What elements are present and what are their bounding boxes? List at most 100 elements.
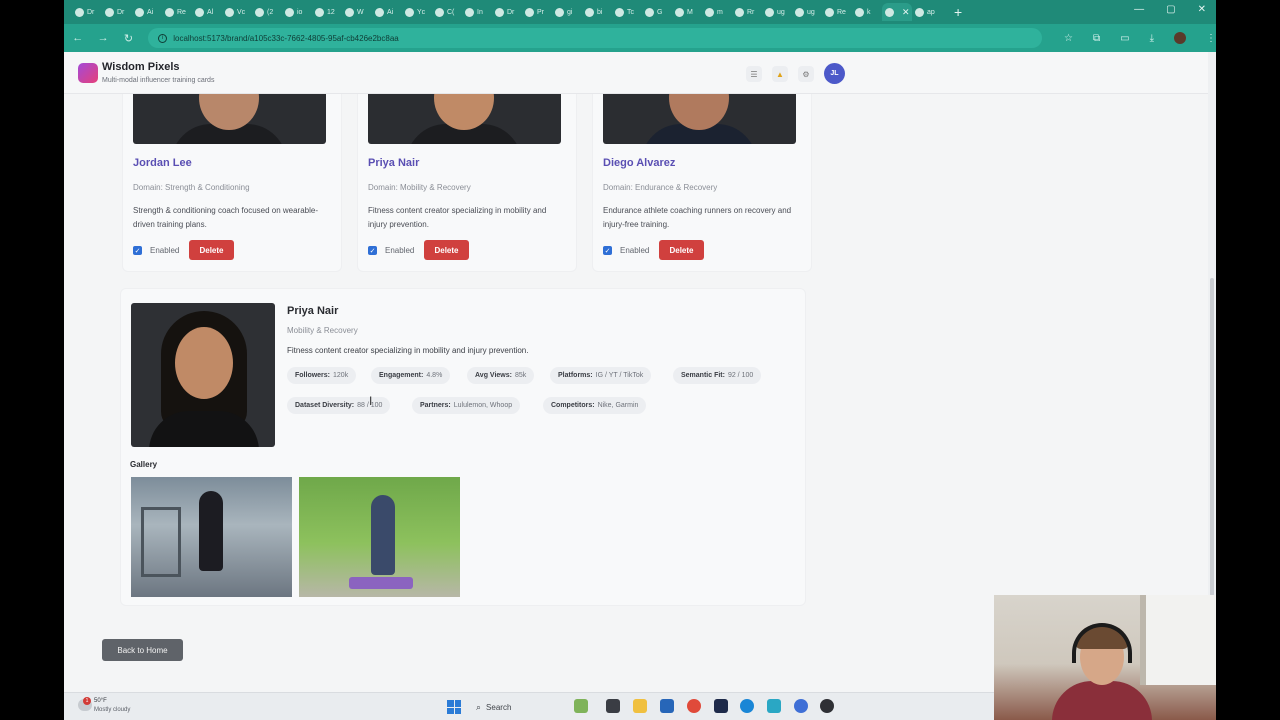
taskbar-app-icon[interactable] [714, 699, 728, 713]
browser-tab[interactable]: W [342, 3, 372, 21]
bookmark-star-icon[interactable]: ☆ [1064, 33, 1073, 44]
address-bar[interactable]: i localhost:5173/brand/a105c33c-7662-480… [148, 28, 1043, 48]
scroll-thumb[interactable] [1210, 278, 1214, 596]
back-to-home-button[interactable]: Back to Home [102, 639, 183, 661]
extensions-icon[interactable]: ⧉ [1093, 33, 1100, 44]
maximize-icon[interactable]: ▢ [1166, 4, 1175, 15]
browser-tab[interactable]: 12 [312, 3, 342, 21]
close-window-icon[interactable]: ✕ [1198, 4, 1206, 15]
letterbox-left [0, 0, 64, 720]
downloads-icon[interactable]: ⤓ [1150, 33, 1154, 44]
stat-pill-platforms: Platforms: IG / YT / TikTok [550, 367, 652, 384]
browser-tab[interactable]: C( [432, 3, 462, 21]
browser-tab[interactable]: Yc [402, 3, 432, 21]
gallery-image-gym[interactable] [131, 477, 292, 597]
tab-favicon-icon [735, 7, 744, 17]
split-view-icon[interactable]: ▭ [1120, 33, 1129, 44]
browser-tab[interactable]: m [702, 3, 732, 21]
start-menu-icon[interactable] [447, 700, 461, 714]
taskbar-app-icon[interactable] [633, 699, 647, 713]
browser-tab[interactable]: ug [792, 3, 822, 21]
gallery-heading: Gallery [130, 460, 158, 469]
forward-arrow-icon[interactable]: → [97, 32, 109, 44]
browser-tab[interactable]: Rr [732, 3, 762, 21]
delete-button[interactable]: Delete [424, 240, 469, 260]
tab-close-icon[interactable]: ✕ [902, 7, 910, 18]
browser-tab[interactable]: Pr [522, 3, 552, 21]
browser-tab[interactable]: G [642, 3, 672, 21]
browser-tab[interactable]: Re [162, 3, 192, 21]
back-arrow-icon[interactable]: ← [72, 32, 83, 44]
browser-tab[interactable]: k [852, 3, 882, 21]
tab-favicon-icon [885, 7, 894, 17]
browser-tab[interactable]: bi [582, 3, 612, 21]
detail-name: Priya Nair [287, 305, 339, 317]
gallery-image-park[interactable] [299, 477, 460, 597]
browser-tab[interactable]: M [672, 3, 702, 21]
tab-favicon-icon [825, 7, 834, 17]
tab-favicon-icon [225, 7, 234, 17]
delete-button[interactable]: Delete [189, 240, 234, 260]
browser-tab[interactable]: io [282, 3, 312, 21]
browser-tab[interactable]: Ai [372, 3, 402, 21]
enabled-checkbox[interactable]: ✓ [603, 246, 612, 255]
taskbar-app-icon[interactable] [606, 699, 620, 713]
tab-favicon-icon [195, 7, 204, 17]
tab-favicon-icon [615, 7, 624, 17]
delete-button[interactable]: Delete [659, 240, 704, 260]
browser-tab[interactable]: Tc [612, 3, 642, 21]
user-avatar[interactable]: JL [824, 63, 845, 84]
taskbar-app-icon[interactable] [767, 699, 781, 713]
browser-tab[interactable]: Re [822, 3, 852, 21]
browser-tab-active[interactable]: ✕ [882, 3, 912, 21]
browser-tab[interactable]: In [462, 3, 492, 21]
tab-favicon-icon [285, 7, 294, 17]
influencer-name[interactable]: Priya Nair [368, 157, 419, 169]
taskbar-app-icon[interactable] [794, 699, 808, 713]
notification-bell-icon[interactable]: ▲ [772, 66, 788, 82]
tab-favicon-icon [135, 7, 144, 17]
browser-tab[interactable]: Al [192, 3, 222, 21]
browser-tab[interactable]: (2 [252, 3, 282, 21]
detail-bio: Fitness content creator specializing in … [287, 346, 529, 355]
profile-avatar-icon[interactable] [1174, 32, 1186, 44]
influencer-bio: Strength & conditioning coach focused on… [133, 206, 319, 229]
new-tab-icon[interactable]: + [954, 4, 962, 20]
taskbar-app-icon[interactable] [660, 699, 674, 713]
influencer-bio: Endurance athlete coaching runners on re… [603, 206, 792, 229]
taskbar-app-icon[interactable] [687, 699, 701, 713]
reload-icon[interactable]: ↻ [123, 32, 134, 45]
browser-tab[interactable]: ug [762, 3, 792, 21]
taskbar-app-icon[interactable] [820, 699, 834, 713]
tab-favicon-icon [915, 7, 924, 17]
detail-photo [131, 303, 275, 447]
browser-tab[interactable]: Dr [102, 3, 132, 21]
menu-icon[interactable]: ☰ [746, 66, 762, 82]
influencer-card: Priya Nair Domain: Mobility & Recovery F… [357, 94, 577, 272]
influencer-domain: Domain: Strength & Conditioning [133, 183, 250, 192]
browser-tab[interactable]: Dr [492, 3, 522, 21]
enabled-label: Enabled [385, 246, 415, 255]
browser-tab[interactable]: ap [912, 3, 942, 21]
search-icon: ⌕ [476, 701, 482, 712]
tab-favicon-icon [375, 7, 384, 17]
browser-tab[interactable]: Dr [72, 3, 102, 21]
influencer-name[interactable]: Jordan Lee [133, 157, 192, 169]
browser-tab[interactable]: Ai [132, 3, 162, 21]
browser-toolbar: ← → ↻ i localhost:5173/brand/a105c33c-76… [64, 24, 1216, 52]
enabled-checkbox[interactable]: ✓ [133, 246, 142, 255]
tab-favicon-icon [705, 7, 714, 17]
influencer-name[interactable]: Diego Alvarez [603, 157, 675, 169]
taskbar-app-icon[interactable] [740, 699, 754, 713]
browser-tab[interactable]: gi [552, 3, 582, 21]
stat-pill-dataset-diversity: Dataset Diversity: 88 / 100 [287, 397, 391, 414]
enabled-checkbox[interactable]: ✓ [368, 246, 377, 255]
browser-menu-icon[interactable]: ⋮ [1206, 33, 1216, 44]
taskbar-app-icon[interactable] [574, 699, 588, 713]
tab-favicon-icon [795, 7, 804, 17]
taskbar-search[interactable]: ⌕ Search [470, 698, 570, 716]
minimize-icon[interactable]: — [1134, 4, 1144, 15]
site-info-icon[interactable]: i [158, 33, 168, 43]
browser-tab[interactable]: Vc [222, 3, 252, 21]
settings-gear-icon[interactable]: ⚙ [798, 66, 814, 82]
